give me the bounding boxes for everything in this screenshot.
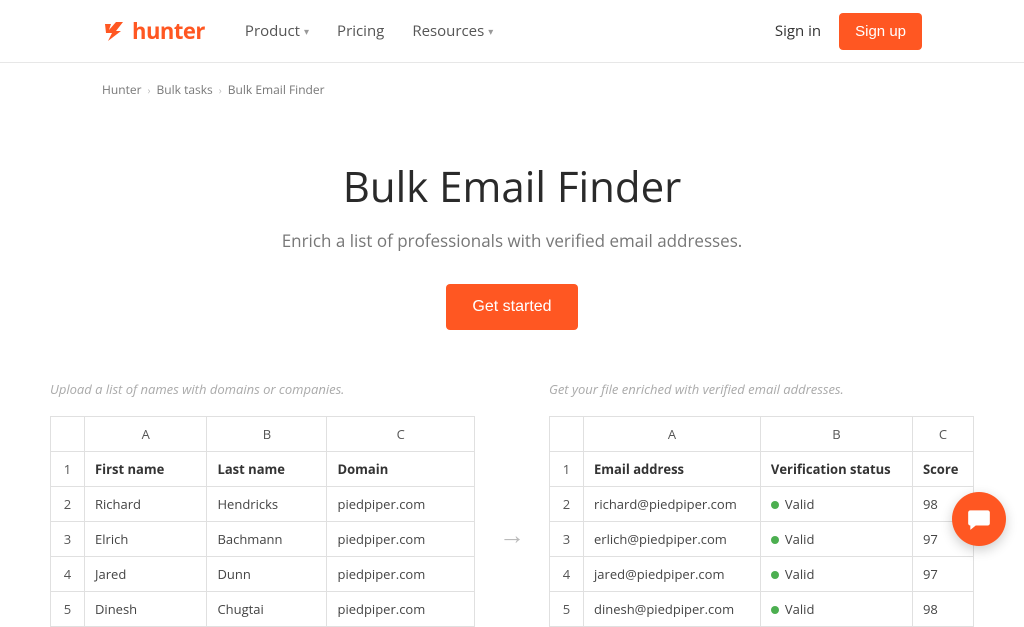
cell-score: 98 [912, 592, 973, 627]
status-dot-icon [771, 571, 779, 579]
cell-domain: piedpiper.com [327, 557, 475, 592]
cell-email: jared@piedpiper.com [584, 557, 761, 592]
sign-in-link[interactable]: Sign in [775, 21, 821, 41]
nav-resources-label: Resources [412, 21, 484, 41]
row-number: 5 [550, 592, 584, 627]
cell-first-name: Richard [85, 487, 207, 522]
nav-product[interactable]: Product ▾ [245, 21, 309, 41]
row-number: 4 [51, 557, 85, 592]
breadcrumb-current: Bulk Email Finder [228, 81, 325, 98]
breadcrumb-separator: › [219, 83, 222, 97]
nav-product-label: Product [245, 21, 300, 41]
col-b: B [760, 417, 912, 452]
status-dot-icon [771, 606, 779, 614]
col-c: C [327, 417, 475, 452]
cell-last-name: Dunn [207, 557, 327, 592]
status-text: Valid [785, 600, 815, 618]
table-row: 1 First name Last name Domain [51, 452, 475, 487]
col-blank [51, 417, 85, 452]
cell-email: dinesh@piedpiper.com [584, 592, 761, 627]
col-blank [550, 417, 584, 452]
cell-status: Valid [760, 557, 912, 592]
row-number: 5 [51, 592, 85, 627]
table-row: 2 Richard Hendricks piedpiper.com [51, 487, 475, 522]
main-nav: Product ▾ Pricing Resources ▾ [245, 21, 493, 41]
cell-first-name: Elrich [85, 522, 207, 557]
col-b: B [207, 417, 327, 452]
brand-name: hunter [132, 16, 205, 46]
cell-last-name: Bachmann [207, 522, 327, 557]
cell-status: Valid [760, 487, 912, 522]
chevron-down-icon: ▾ [304, 24, 309, 38]
header-first-name: First name [85, 452, 207, 487]
row-number: 3 [550, 522, 584, 557]
cell-score: 97 [912, 557, 973, 592]
table-row: 5 Dinesh Chugtai piedpiper.com [51, 592, 475, 627]
header-status: Verification status [760, 452, 912, 487]
header-email: Email address [584, 452, 761, 487]
cell-email: richard@piedpiper.com [584, 487, 761, 522]
chat-widget-button[interactable] [952, 492, 1006, 546]
nav-resources[interactable]: Resources ▾ [412, 21, 493, 41]
logo[interactable]: hunter [102, 16, 205, 46]
arrow-right-icon: → [499, 516, 525, 552]
row-number: 2 [51, 487, 85, 522]
cell-email: erlich@piedpiper.com [584, 522, 761, 557]
breadcrumb: Hunter › Bulk tasks › Bulk Email Finder [102, 81, 922, 98]
breadcrumb-bulk-tasks[interactable]: Bulk tasks [157, 81, 213, 98]
status-dot-icon [771, 536, 779, 544]
breadcrumb-separator: › [148, 83, 151, 97]
get-started-button[interactable]: Get started [446, 284, 577, 330]
table-row: 1 Email address Verification status Scor… [550, 452, 974, 487]
table-row: 5 dinesh@piedpiper.com Valid 98 [550, 592, 974, 627]
col-a: A [85, 417, 207, 452]
nav-pricing[interactable]: Pricing [337, 21, 384, 41]
table-row: 4 jared@piedpiper.com Valid 97 [550, 557, 974, 592]
cell-domain: piedpiper.com [327, 522, 475, 557]
row-number: 2 [550, 487, 584, 522]
cell-status: Valid [760, 592, 912, 627]
header-score: Score [912, 452, 973, 487]
table-row: 2 richard@piedpiper.com Valid 98 [550, 487, 974, 522]
breadcrumb-hunter[interactable]: Hunter [102, 81, 142, 98]
output-panel: Get your file enriched with verified ema… [549, 380, 974, 627]
chat-icon [966, 506, 992, 532]
cell-status: Valid [760, 522, 912, 557]
hunter-logo-icon [102, 19, 126, 43]
output-table: A B C 1 Email address Verification statu… [549, 416, 974, 627]
output-caption: Get your file enriched with verified ema… [549, 380, 974, 398]
input-table: A B C 1 First name Last name Domain 2 Ri… [50, 416, 475, 627]
row-number: 1 [550, 452, 584, 487]
status-dot-icon [771, 501, 779, 509]
col-a: A [584, 417, 761, 452]
cell-last-name: Hendricks [207, 487, 327, 522]
status-text: Valid [785, 530, 815, 548]
nav-pricing-label: Pricing [337, 21, 384, 41]
cell-first-name: Dinesh [85, 592, 207, 627]
status-text: Valid [785, 495, 815, 513]
cell-domain: piedpiper.com [327, 487, 475, 522]
table-row: 3 Elrich Bachmann piedpiper.com [51, 522, 475, 557]
table-row: A B C [51, 417, 475, 452]
input-caption: Upload a list of names with domains or c… [50, 380, 475, 398]
row-number: 3 [51, 522, 85, 557]
table-row: A B C [550, 417, 974, 452]
cell-last-name: Chugtai [207, 592, 327, 627]
header-domain: Domain [327, 452, 475, 487]
table-row: 4 Jared Dunn piedpiper.com [51, 557, 475, 592]
row-number: 1 [51, 452, 85, 487]
header-last-name: Last name [207, 452, 327, 487]
row-number: 4 [550, 557, 584, 592]
col-c: C [912, 417, 973, 452]
chevron-down-icon: ▾ [488, 24, 493, 38]
input-panel: Upload a list of names with domains or c… [50, 380, 475, 627]
cell-domain: piedpiper.com [327, 592, 475, 627]
status-text: Valid [785, 565, 815, 583]
page-title: Bulk Email Finder [0, 158, 1024, 215]
page-subtitle: Enrich a list of professionals with veri… [0, 229, 1024, 252]
table-row: 3 erlich@piedpiper.com Valid 97 [550, 522, 974, 557]
cell-first-name: Jared [85, 557, 207, 592]
sign-up-button[interactable]: Sign up [839, 13, 922, 50]
